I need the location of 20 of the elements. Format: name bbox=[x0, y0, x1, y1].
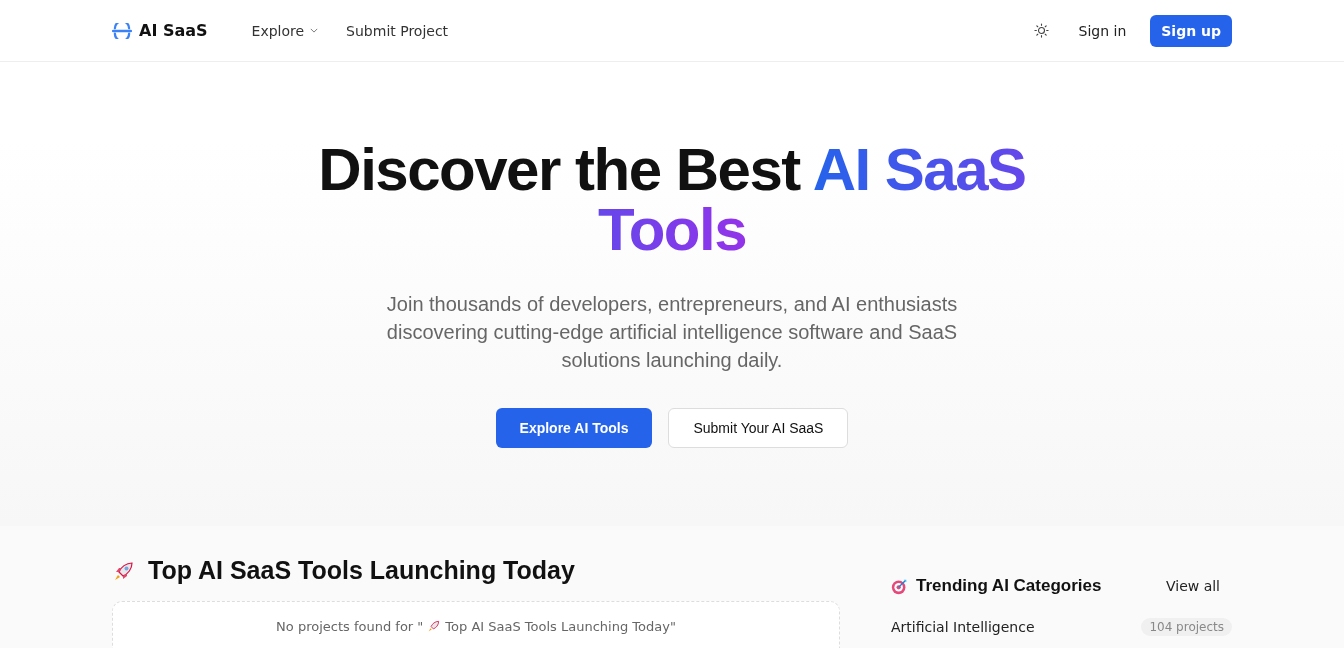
sign-up-button[interactable]: Sign up bbox=[1150, 14, 1232, 47]
submit-saas-button[interactable]: Submit Your AI SaaS bbox=[668, 408, 849, 448]
logo-icon bbox=[112, 22, 132, 39]
hero-subtitle: Join thousands of developers, entrepreneurs, and AI enthusiasts discovering cutting-edge artificial intelligence software and SaaS solutions launching daily. bbox=[385, 292, 959, 373]
empty-state-text: No projects found for " bbox=[276, 618, 424, 634]
sign-in-link[interactable]: Sign in bbox=[1078, 22, 1127, 39]
nav-link[interactable]: Explore bbox=[251, 22, 319, 39]
project-count-badge: 104 projects bbox=[1141, 618, 1232, 636]
sun-icon[interactable] bbox=[1033, 23, 1049, 38]
explore-tools-button[interactable]: Explore AI Tools bbox=[495, 408, 653, 448]
section-heading: Top AI SaaS Tools Launching Today bbox=[148, 556, 575, 585]
nav-link[interactable]: Submit Project bbox=[346, 22, 449, 39]
sidebar-heading: Trending AI Categories bbox=[916, 576, 1102, 596]
empty-state-text: Top AI SaaS Tools Launching Today" bbox=[445, 618, 676, 634]
rocket-icon bbox=[427, 619, 442, 633]
target-icon bbox=[891, 577, 908, 595]
category-link[interactable]: Artificial Intelligence bbox=[891, 619, 1035, 635]
view-all-link[interactable]: View all bbox=[1165, 578, 1220, 594]
chevron-down-icon bbox=[310, 28, 319, 33]
brand-logo-link[interactable]: AI SaaS bbox=[112, 21, 208, 40]
